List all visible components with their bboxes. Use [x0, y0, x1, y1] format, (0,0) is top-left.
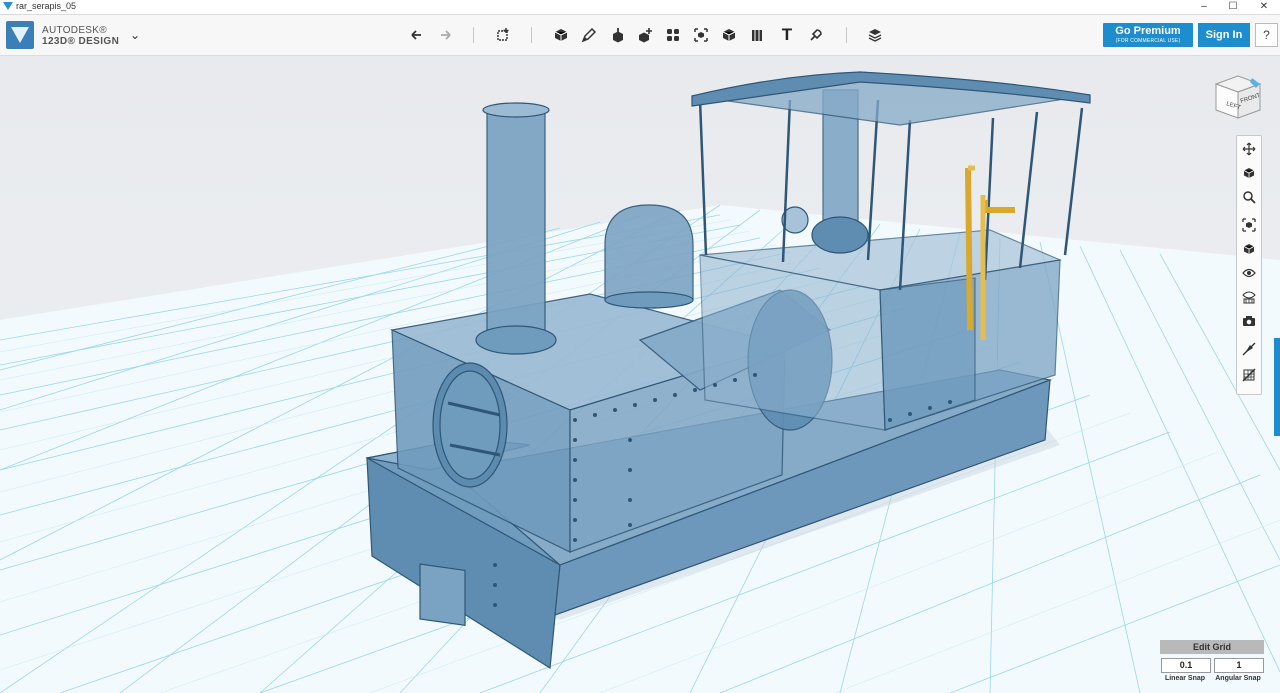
transform-icon[interactable]: [492, 25, 514, 45]
grid-settings-panel: Edit Grid 0.1 1 Linear Snap Angular Snap: [1160, 640, 1264, 690]
angular-snap-field[interactable]: 1: [1214, 658, 1264, 673]
measure-icon[interactable]: [746, 25, 768, 45]
side-panel-handle[interactable]: [1274, 338, 1280, 436]
fit-icon[interactable]: [1239, 215, 1259, 235]
close-button[interactable]: ✕: [1250, 0, 1278, 14]
window-title: rar_serapis_05: [16, 1, 77, 11]
brand-line2: 123D® DESIGN: [42, 36, 120, 47]
main-toolbar: AUTODESK® 123D® DESIGN ⌄ T Go Premium (F…: [0, 15, 1280, 56]
modify-icon[interactable]: [634, 25, 656, 45]
pattern-icon[interactable]: [662, 25, 684, 45]
angular-snap-label: Angular Snap: [1215, 675, 1261, 682]
undo-icon[interactable]: [406, 25, 428, 45]
go-premium-label: Go Premium: [1115, 25, 1181, 37]
help-button[interactable]: ?: [1255, 23, 1278, 47]
window-titlebar: rar_serapis_05 – ☐ ✕: [0, 0, 1280, 15]
viewport-canvas[interactable]: [0, 56, 1280, 693]
group-icon[interactable]: [690, 25, 712, 45]
go-premium-sublabel: (FOR COMMERCIAL USE): [1115, 38, 1181, 44]
ortho-icon[interactable]: [1239, 239, 1259, 259]
snap-icon[interactable]: [805, 25, 827, 45]
material-icon[interactable]: [864, 25, 886, 45]
linear-snap-label: Linear Snap: [1164, 675, 1206, 682]
screenshot-icon[interactable]: [1239, 311, 1259, 331]
text-icon[interactable]: T: [776, 25, 798, 45]
combine-icon[interactable]: [718, 25, 740, 45]
app-menu-chevron-icon[interactable]: ⌄: [130, 28, 140, 42]
redo-icon[interactable]: [434, 25, 456, 45]
hide-sketch-icon[interactable]: [1239, 339, 1259, 359]
visibility-icon[interactable]: [1239, 263, 1259, 283]
navigation-bar: [1236, 135, 1262, 395]
brand-line1: AUTODESK®: [42, 25, 107, 36]
sign-in-button[interactable]: Sign In: [1198, 23, 1250, 47]
minimize-button[interactable]: –: [1190, 0, 1218, 14]
edit-grid-button[interactable]: Edit Grid: [1160, 640, 1264, 654]
hide-mesh-icon[interactable]: [1239, 365, 1259, 385]
pan-icon[interactable]: [1239, 139, 1259, 159]
app-logo-icon[interactable]: [6, 21, 34, 49]
primitives-icon[interactable]: [550, 25, 572, 45]
toolbar-separator: [531, 27, 532, 43]
construct-icon[interactable]: [606, 25, 628, 45]
go-premium-button[interactable]: Go Premium (FOR COMMERCIAL USE): [1103, 23, 1193, 47]
orbit-icon[interactable]: [1239, 163, 1259, 183]
3d-viewport[interactable]: LEFT FRONT Edit Grid 0.1 1 Linear Snap A…: [0, 56, 1280, 693]
linear-snap-field[interactable]: 0.1: [1161, 658, 1211, 673]
sketch-icon[interactable]: [578, 25, 600, 45]
zoom-icon[interactable]: [1239, 187, 1259, 207]
app-icon: [3, 2, 13, 10]
toolbar-separator: [846, 27, 847, 43]
maximize-button[interactable]: ☐: [1219, 0, 1247, 14]
toolbar-separator: [473, 27, 474, 43]
viewcube[interactable]: LEFT FRONT: [1212, 70, 1264, 122]
materials-icon[interactable]: [1239, 287, 1259, 307]
